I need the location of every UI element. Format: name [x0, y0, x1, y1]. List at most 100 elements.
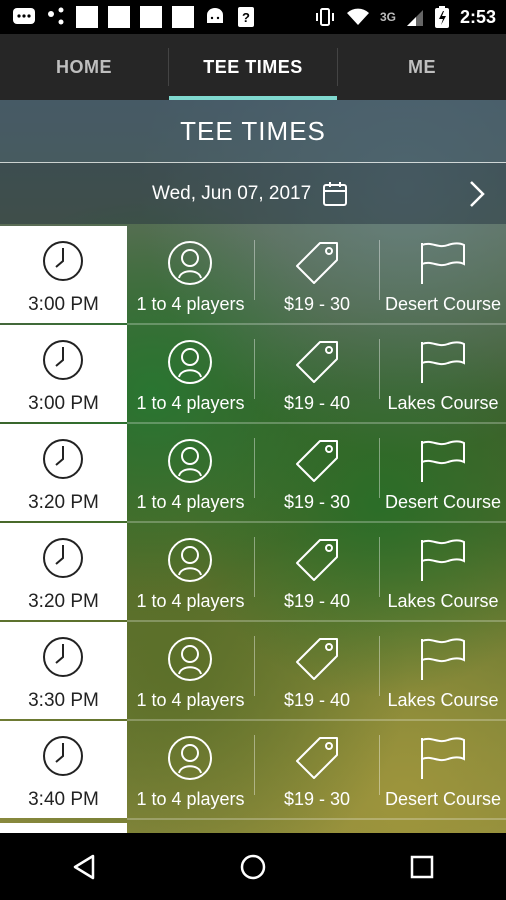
flag-icon — [421, 638, 465, 680]
recents-icon — [410, 855, 433, 878]
course-label: Desert Course — [384, 789, 502, 809]
list-item[interactable]: 3:00 PM 1 to 4 players $19 - 40 Lakes Co… — [0, 325, 506, 424]
page-title: TEE TIMES — [0, 100, 506, 162]
clock-icon — [43, 736, 83, 776]
players-label: 1 to 4 players — [136, 591, 245, 611]
user-icon — [168, 241, 212, 285]
tee-time: 3:20 PM — [28, 492, 99, 513]
course-cell: Lakes Course — [380, 523, 506, 620]
time-cell: 3:20 PM — [0, 424, 127, 521]
calendar-icon[interactable] — [322, 181, 348, 207]
players-cell: 1 to 4 players — [127, 721, 254, 818]
course-label: Desert Course — [384, 294, 502, 314]
list-item[interactable]: 3:00 PM 1 to 4 players $19 - 30 Desert C… — [0, 226, 506, 325]
flag-icon — [421, 737, 465, 779]
tab-me[interactable]: ME — [338, 34, 506, 100]
home-icon — [240, 854, 266, 879]
price-cell: $19 - 40 — [255, 325, 379, 422]
user-icon — [168, 538, 212, 582]
price-tag-icon — [296, 341, 338, 383]
back-button[interactable] — [54, 837, 114, 897]
user-icon — [168, 637, 212, 681]
user-icon — [168, 736, 212, 780]
wifi-icon — [346, 8, 369, 25]
price-cell: $19 - 30 — [255, 721, 379, 818]
notification-icon — [76, 6, 98, 28]
players-cell: 1 to 4 players — [127, 226, 254, 323]
course-cell: Desert Course — [380, 424, 506, 521]
players-label: 1 to 4 players — [136, 690, 245, 710]
network-type: 3G — [379, 10, 396, 24]
players-label: 1 to 4 players — [136, 789, 245, 809]
list-item[interactable]: 3:20 PM 1 to 4 players $19 - 40 Lakes Co… — [0, 523, 506, 622]
price-cell: $19 - 40 — [255, 523, 379, 620]
price-cell: $19 - 40 — [255, 622, 379, 719]
notification-icon — [108, 6, 130, 28]
price-cell: $19 - 30 — [255, 424, 379, 521]
flag-icon — [421, 440, 465, 482]
course-cell: Lakes Course — [380, 622, 506, 719]
price-tag-icon — [296, 539, 338, 581]
share-icon — [48, 7, 64, 25]
time-cell: 3:30 PM — [0, 622, 127, 719]
help-icon: ? — [238, 7, 254, 27]
tee-time: 3:00 PM — [28, 294, 99, 315]
course-label: Lakes Course — [387, 393, 499, 413]
back-icon — [74, 854, 95, 879]
clock-icon — [43, 241, 83, 281]
signal-icon — [406, 10, 423, 26]
divider — [127, 818, 506, 820]
svg-text:?: ? — [242, 10, 250, 25]
course-cell: Desert Course — [380, 721, 506, 818]
system-icons: 3G 2:53 — [314, 0, 496, 34]
list-item-partial[interactable] — [0, 823, 127, 833]
recents-button[interactable] — [392, 837, 452, 897]
time-cell: 3:40 PM — [0, 721, 127, 818]
players-label: 1 to 4 players — [136, 492, 245, 512]
players-label: 1 to 4 players — [136, 393, 245, 413]
price-label: $19 - 40 — [283, 393, 351, 413]
list-item[interactable]: 3:40 PM 1 to 4 players $19 - 30 Desert C… — [0, 721, 506, 820]
clock-icon — [43, 538, 83, 578]
date-selector: Wed, Jun 07, 2017 — [0, 163, 506, 224]
price-label: $19 - 30 — [283, 492, 351, 512]
price-tag-icon — [296, 638, 338, 680]
chevron-right-icon[interactable] — [466, 179, 488, 209]
players-label: 1 to 4 players — [136, 294, 245, 314]
tab-bar: HOME TEE TIMES ME — [0, 34, 506, 100]
date-label[interactable]: Wed, Jun 07, 2017 — [152, 163, 311, 224]
vibrate-icon — [315, 8, 334, 26]
players-cell: 1 to 4 players — [127, 622, 254, 719]
notification-icon — [140, 6, 162, 28]
price-tag-icon — [296, 737, 338, 779]
course-label: Lakes Course — [387, 591, 499, 611]
tee-time: 3:30 PM — [28, 690, 99, 711]
course-cell: Desert Course — [380, 226, 506, 323]
price-label: $19 - 40 — [283, 690, 351, 710]
course-cell: Lakes Course — [380, 325, 506, 422]
battery-icon — [434, 6, 449, 28]
list-item[interactable]: 3:20 PM 1 to 4 players $19 - 30 Desert C… — [0, 424, 506, 523]
clock-icon — [43, 439, 83, 479]
tee-time-list: 3:00 PM 1 to 4 players $19 - 30 Desert C… — [0, 226, 506, 820]
flag-icon — [421, 539, 465, 581]
price-tag-icon — [296, 440, 338, 482]
notification-icon — [172, 6, 194, 28]
course-label: Lakes Course — [387, 690, 499, 710]
list-item[interactable]: 3:30 PM 1 to 4 players $19 - 40 Lakes Co… — [0, 622, 506, 721]
price-cell: $19 - 30 — [255, 226, 379, 323]
time-cell: 3:00 PM — [0, 325, 127, 422]
players-cell: 1 to 4 players — [127, 325, 254, 422]
price-label: $19 - 40 — [283, 591, 351, 611]
tab-tee-times[interactable]: TEE TIMES — [169, 34, 337, 100]
price-label: $19 - 30 — [283, 789, 351, 809]
user-icon — [168, 340, 212, 384]
players-cell: 1 to 4 players — [127, 523, 254, 620]
notification-icons: ? — [0, 6, 256, 28]
android-icon — [207, 8, 223, 23]
tab-home[interactable]: HOME — [0, 34, 168, 100]
price-label: $19 - 30 — [283, 294, 351, 314]
home-button[interactable] — [223, 837, 283, 897]
tee-time: 3:40 PM — [28, 789, 99, 810]
user-icon — [168, 439, 212, 483]
